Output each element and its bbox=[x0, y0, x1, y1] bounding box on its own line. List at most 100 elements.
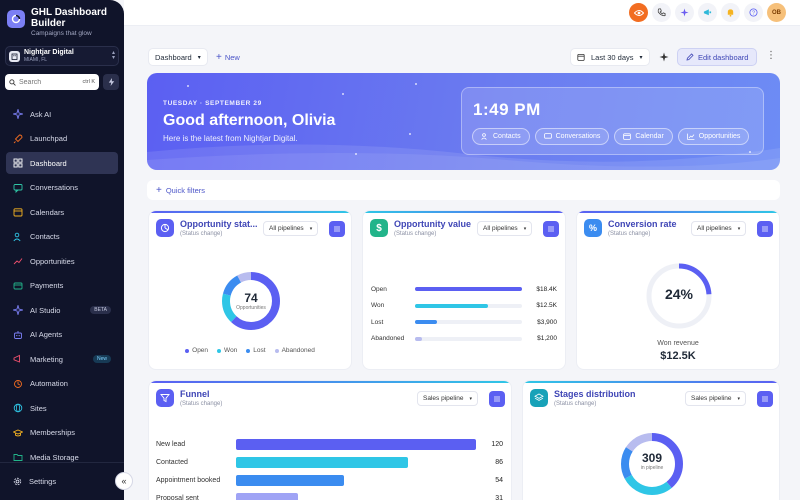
sidebar-item-label: Automation bbox=[30, 379, 68, 388]
ai-button[interactable] bbox=[675, 3, 694, 22]
dashboard-selector-label: Dashboard bbox=[155, 52, 192, 62]
calendar-icon bbox=[13, 208, 23, 217]
sidebar-item-dashboard[interactable]: Dashboard bbox=[6, 152, 118, 174]
value-row-amount: $18.4K bbox=[536, 285, 557, 293]
value-bar bbox=[415, 320, 438, 324]
grad-cap-icon bbox=[13, 429, 23, 436]
filter-icon bbox=[762, 226, 768, 232]
sidebar-item-contacts[interactable]: Contacts bbox=[6, 226, 118, 248]
sidebar-item-label: Ask AI bbox=[30, 109, 52, 119]
ai-insights-button[interactable] bbox=[656, 49, 672, 65]
pipeline-select[interactable]: All pipelines ▾ bbox=[691, 221, 747, 236]
filter-icon bbox=[494, 396, 500, 402]
calendar-icon bbox=[577, 53, 585, 61]
quick-filters-button[interactable]: + Quick filters bbox=[147, 180, 780, 200]
eye-icon bbox=[633, 9, 644, 16]
collapse-sidebar-button[interactable]: « bbox=[115, 472, 133, 490]
value-bar-track bbox=[415, 320, 522, 324]
pipeline-select-value: Sales pipeline bbox=[691, 395, 732, 402]
account-switcher[interactable]: Nightjar Digital MIAMI, FL ▴ ▾ bbox=[5, 46, 119, 66]
sidebar-item-calendars[interactable]: Calendars bbox=[6, 201, 118, 223]
sidebar-item-automation[interactable]: Automation bbox=[6, 373, 118, 395]
trend-icon bbox=[13, 258, 23, 265]
edit-dashboard-button[interactable]: Edit dashboard bbox=[677, 48, 758, 66]
sidebar-item-label: AI Studio bbox=[30, 305, 61, 315]
card-filter-button[interactable] bbox=[757, 221, 773, 237]
chevron-down-icon: ▾ bbox=[523, 225, 527, 232]
sidebar: GHL Dashboard Builder Campaigns that glo… bbox=[0, 0, 133, 500]
brand[interactable]: GHL Dashboard Builder Campaigns that glo… bbox=[0, 0, 124, 37]
donut-total: 74 bbox=[244, 291, 258, 305]
funnel-stage-label: Appointment booked bbox=[156, 476, 221, 484]
sidebar-item-ai-agents[interactable]: AI Agents bbox=[6, 324, 118, 346]
value-row: Won $12.5K bbox=[371, 298, 557, 314]
value-row-amount: $3,900 bbox=[537, 318, 557, 326]
phone-button[interactable] bbox=[652, 3, 671, 22]
sidebar-item-payments[interactable]: Payments bbox=[6, 275, 118, 297]
legend-label: Lost bbox=[253, 347, 266, 354]
help-button[interactable]: ? bbox=[744, 3, 763, 22]
announcements-button[interactable] bbox=[698, 3, 717, 22]
gear-icon bbox=[13, 477, 22, 486]
sidebar-item-label: Dashboard bbox=[30, 158, 67, 168]
topbar: ? OB bbox=[124, 0, 800, 26]
search-box[interactable]: ctrl K bbox=[5, 74, 99, 90]
date-range-label: Last 30 days bbox=[591, 52, 634, 62]
quick-action-button[interactable] bbox=[103, 74, 119, 90]
card-filter-button[interactable] bbox=[543, 221, 559, 237]
notifications-button[interactable] bbox=[721, 3, 740, 22]
pipeline-select[interactable]: Sales pipeline ▾ bbox=[417, 391, 478, 406]
sidebar-item-launchpad[interactable]: Launchpad bbox=[6, 128, 118, 150]
search-icon bbox=[9, 78, 16, 86]
sidebar-item-ai-studio[interactable]: AI Studio BETA bbox=[6, 299, 118, 321]
sidebar-item-marketing[interactable]: Marketing New bbox=[6, 348, 118, 370]
chip-calendar[interactable]: Calendar bbox=[614, 128, 673, 145]
conversion-rate-value: 24% bbox=[664, 286, 694, 302]
value-row: Lost $3,900 bbox=[371, 314, 557, 330]
search-input[interactable] bbox=[19, 78, 59, 86]
new-label: New bbox=[224, 52, 240, 62]
chevron-down-icon: ▾ bbox=[737, 225, 741, 232]
more-options-button[interactable]: ⋮ bbox=[766, 50, 776, 62]
card-filter-button[interactable] bbox=[757, 391, 773, 407]
svg-text:?: ? bbox=[752, 10, 755, 16]
pipeline-select[interactable]: All pipelines ▾ bbox=[263, 221, 319, 236]
card-title: Stages distribution bbox=[554, 389, 636, 399]
chip-opportunities[interactable]: Opportunities bbox=[677, 128, 750, 145]
chip-conversations[interactable]: Conversations bbox=[534, 128, 610, 145]
filter-icon bbox=[334, 226, 340, 232]
dashboard-toolbar: Dashboard ▾ + New Last 30 days ▾ Edit da… bbox=[148, 48, 780, 66]
date-range-selector[interactable]: Last 30 days ▾ bbox=[570, 48, 650, 66]
sidebar-item-conversations[interactable]: Conversations bbox=[6, 177, 118, 199]
card-subtitle: (Status change) bbox=[608, 231, 651, 237]
settings-label: Settings bbox=[29, 477, 57, 486]
greeting-banner: TUESDAY · SEPTEMBER 29 Good afternoon, O… bbox=[147, 73, 780, 170]
card-subtitle: (Status change) bbox=[394, 231, 437, 237]
sidebar-item-settings[interactable]: Settings bbox=[13, 477, 56, 486]
percent-icon: % bbox=[584, 219, 602, 237]
legend-label: Abandoned bbox=[281, 347, 315, 354]
sidebar-item-ask-ai[interactable]: Ask AI bbox=[6, 103, 118, 125]
pipeline-select[interactable]: All pipelines ▾ bbox=[477, 221, 533, 236]
card-filter-button[interactable] bbox=[489, 391, 505, 407]
eye-button[interactable] bbox=[629, 3, 648, 22]
stages-total-label: in pipeline bbox=[640, 465, 664, 471]
value-bar bbox=[415, 287, 522, 291]
chip-contacts[interactable]: Contacts bbox=[472, 128, 530, 145]
funnel-bar bbox=[236, 438, 476, 450]
sidebar-nav: Ask AI Launchpad Dashboard Conversations Cal… bbox=[6, 103, 118, 471]
hero-date: TUESDAY · SEPTEMBER 29 bbox=[163, 100, 262, 107]
dashboard-selector[interactable]: Dashboard ▾ bbox=[148, 48, 208, 66]
sidebar-item-sites[interactable]: Sites bbox=[6, 397, 118, 419]
new-dashboard-button[interactable]: + New bbox=[216, 48, 240, 66]
bell-icon bbox=[727, 9, 734, 17]
sidebar-item-label: Calendars bbox=[30, 207, 65, 217]
chart-icon bbox=[686, 133, 695, 140]
megaphone-icon bbox=[13, 354, 20, 363]
sidebar-item-memberships[interactable]: Memberships bbox=[6, 422, 118, 444]
card-filter-button[interactable] bbox=[329, 221, 345, 237]
avatar[interactable]: OB bbox=[767, 3, 786, 22]
value-bar bbox=[415, 336, 423, 341]
sidebar-item-opportunities[interactable]: Opportunities bbox=[6, 250, 118, 272]
pipeline-select[interactable]: Sales pipeline ▾ bbox=[685, 391, 746, 406]
